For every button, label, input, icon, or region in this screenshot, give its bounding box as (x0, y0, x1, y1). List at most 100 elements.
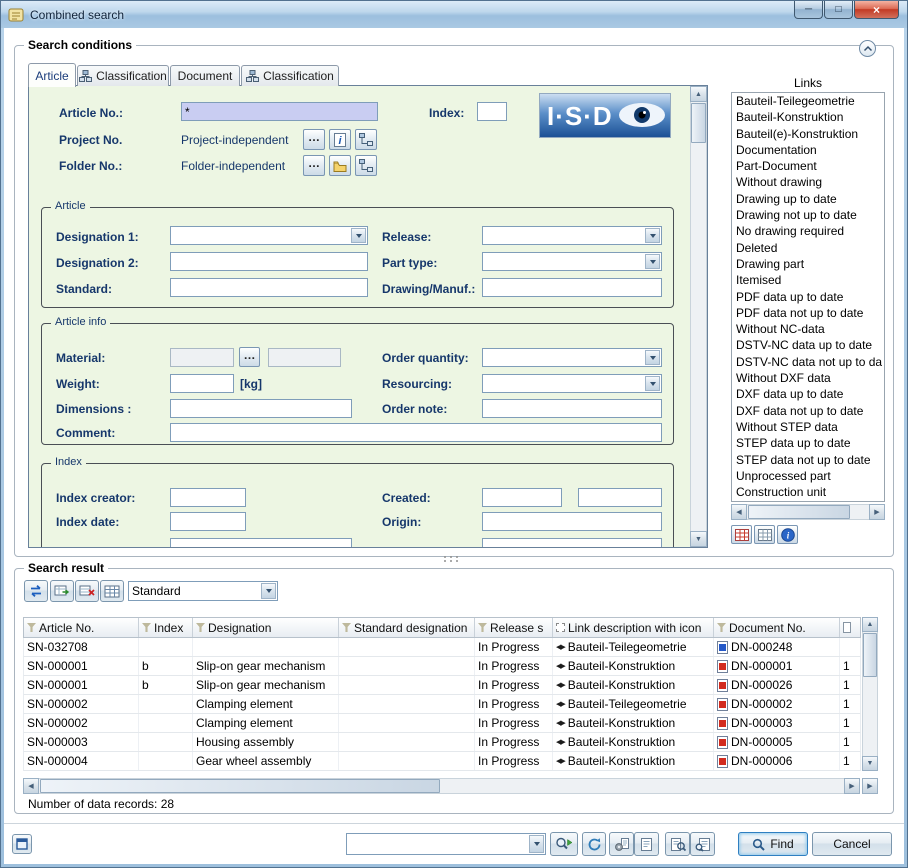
list-item[interactable]: DXF data up to date (732, 386, 884, 402)
table-row[interactable]: SN-000003 Housing assembly In Progress ◀… (23, 733, 861, 752)
folder-open-button[interactable] (329, 155, 351, 176)
saved-search-combo[interactable] (346, 833, 546, 855)
links-list-view-button[interactable] (754, 525, 775, 544)
scroll-up-button[interactable]: ▲ (862, 617, 878, 632)
splitter-handle[interactable] (444, 556, 460, 562)
standard-input[interactable] (170, 278, 368, 297)
tab-classification-2[interactable]: Classification (241, 65, 339, 86)
list-item[interactable]: DSTV-NC data up to date (732, 337, 884, 353)
chevron-down-icon[interactable] (645, 376, 660, 391)
result-list-settings-button[interactable] (100, 580, 124, 602)
project-browse-button[interactable]: … (303, 129, 325, 150)
list-item[interactable]: Drawing up to date (732, 191, 884, 207)
index-creator-input[interactable] (170, 488, 246, 507)
table-row[interactable]: SN-000001 b Slip-on gear mechanism In Pr… (23, 676, 861, 695)
column-header-index[interactable]: Index (139, 618, 193, 637)
column-header-standard-designation[interactable]: Standard designation (339, 618, 475, 637)
clipped-input[interactable] (482, 538, 662, 548)
list-item[interactable]: DSTV-NC data not up to da (732, 354, 884, 370)
chevron-down-icon[interactable] (645, 254, 660, 269)
scrollbar-thumb[interactable] (40, 779, 440, 793)
release-combo[interactable] (482, 226, 662, 245)
scroll-up-button[interactable]: ▲ (690, 86, 707, 102)
list-item[interactable]: STEP data not up to date (732, 452, 884, 468)
table-row[interactable]: SN-000002 Clamping element In Progress ◀… (23, 695, 861, 714)
list-item[interactable]: Construction unit (732, 484, 884, 500)
list-item[interactable]: PDF data up to date (732, 289, 884, 305)
links-table-view-button[interactable] (731, 525, 752, 544)
scrollbar-thumb[interactable] (748, 505, 850, 519)
folder-browse-button[interactable]: … (303, 155, 325, 176)
index-input[interactable] (477, 102, 507, 121)
list-item[interactable]: Drawing not up to date (732, 207, 884, 223)
chevron-down-icon[interactable] (529, 835, 544, 853)
scroll-down-button[interactable]: ▼ (862, 756, 878, 771)
panel-scrollbar[interactable] (690, 86, 707, 547)
search-options-button[interactable] (550, 832, 578, 856)
list-item[interactable]: Itemised (732, 272, 884, 288)
collapse-button[interactable] (859, 40, 876, 57)
designation1-combo[interactable] (170, 226, 368, 245)
designation2-input[interactable] (170, 252, 368, 271)
scroll-left-button[interactable]: ◀ (23, 778, 39, 794)
result-template-combo[interactable]: Standard (128, 581, 278, 601)
order-note-input[interactable] (482, 399, 662, 418)
created-date-input[interactable] (482, 488, 562, 507)
list-item[interactable]: STEP data up to date (732, 435, 884, 451)
scroll-right-button[interactable]: ▶ (869, 504, 885, 520)
table-row[interactable]: SN-032708 In Progress ◀▶Bauteil-Teilegeo… (23, 638, 861, 657)
list-item[interactable]: No drawing required (732, 223, 884, 239)
tab-classification-1[interactable]: Classification (77, 65, 169, 86)
list-item[interactable]: Without DXF data (732, 370, 884, 386)
list-item[interactable]: Bauteil-Konstruktion (732, 109, 884, 125)
scroll-down-button[interactable]: ▼ (690, 531, 707, 547)
find-button[interactable]: Find (738, 832, 808, 856)
list-item[interactable]: DXF data not up to date (732, 403, 884, 419)
form-view-button[interactable] (12, 834, 32, 854)
weight-input[interactable] (170, 374, 234, 393)
column-header-document-no[interactable]: Document No. (714, 618, 840, 637)
drawing-manuf-input[interactable] (482, 278, 662, 297)
table-row[interactable]: SN-000001 b Slip-on gear mechanism In Pr… (23, 657, 861, 676)
chevron-down-icon[interactable] (645, 228, 660, 243)
clear-results-button[interactable] (75, 580, 99, 602)
cancel-button[interactable]: Cancel (812, 832, 892, 856)
created-time-input[interactable] (578, 488, 662, 507)
table-row[interactable]: SN-000002 Clamping element In Progress ◀… (23, 714, 861, 733)
dimensions-input[interactable] (170, 399, 352, 418)
order-quantity-combo[interactable] (482, 348, 662, 367)
maximize-button[interactable]: □ (824, 1, 853, 19)
resourcing-combo[interactable] (482, 374, 662, 393)
scroll-left-button[interactable]: ◀ (731, 504, 747, 520)
new-document-button[interactable] (634, 832, 659, 856)
chevron-down-icon[interactable] (351, 228, 366, 243)
links-info-button[interactable]: i (777, 525, 798, 544)
chevron-down-icon[interactable] (261, 583, 276, 599)
search-settings-button[interactable] (609, 832, 634, 856)
list-item[interactable]: PDF data not up to date (732, 305, 884, 321)
scroll-corner-button[interactable]: ▶ (862, 778, 878, 794)
comment-input[interactable] (170, 423, 662, 442)
list-item[interactable]: Without STEP data (732, 419, 884, 435)
list-item[interactable]: Documentation (732, 142, 884, 158)
list-item[interactable]: Bauteil(e)-Konstruktion (732, 126, 884, 142)
list-item[interactable]: Without NC-data (732, 321, 884, 337)
scrollbar-thumb[interactable] (691, 103, 706, 143)
folder-structure-button[interactable] (355, 155, 377, 176)
clipped-input[interactable] (170, 538, 352, 548)
document-preview-button[interactable] (690, 832, 715, 856)
material-browse-button[interactable]: … (239, 347, 260, 367)
part-type-combo[interactable] (482, 252, 662, 271)
titlebar[interactable]: Combined search ─ □ × (1, 1, 907, 28)
list-item[interactable]: Bauteil-Teilegeometrie (732, 93, 884, 109)
chevron-down-icon[interactable] (645, 350, 660, 365)
tab-article[interactable]: Article (28, 63, 76, 87)
tab-document[interactable]: Document (170, 65, 240, 86)
refresh-search-button[interactable] (582, 832, 606, 856)
project-info-button[interactable]: i (329, 129, 351, 150)
list-item[interactable]: Unprocessed part (732, 468, 884, 484)
list-item[interactable]: Without drawing (732, 174, 884, 190)
column-header-designation[interactable]: Designation (193, 618, 339, 637)
close-button[interactable]: × (854, 1, 899, 19)
export-results-button[interactable] (50, 580, 74, 602)
